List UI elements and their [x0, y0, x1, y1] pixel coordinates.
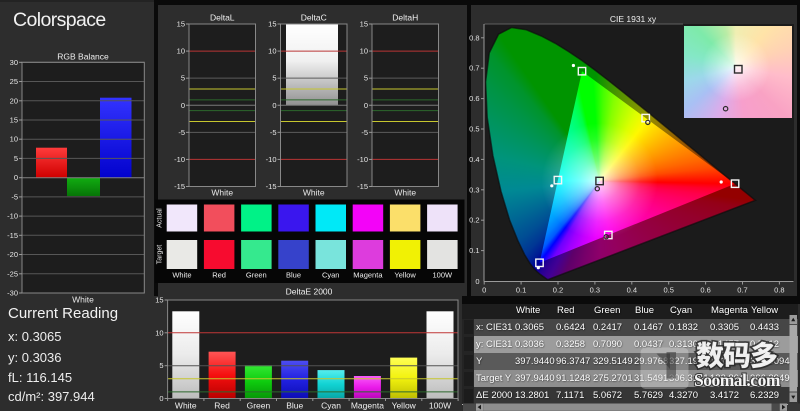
svg-text:Soomal.com: Soomal.com	[694, 370, 781, 390]
